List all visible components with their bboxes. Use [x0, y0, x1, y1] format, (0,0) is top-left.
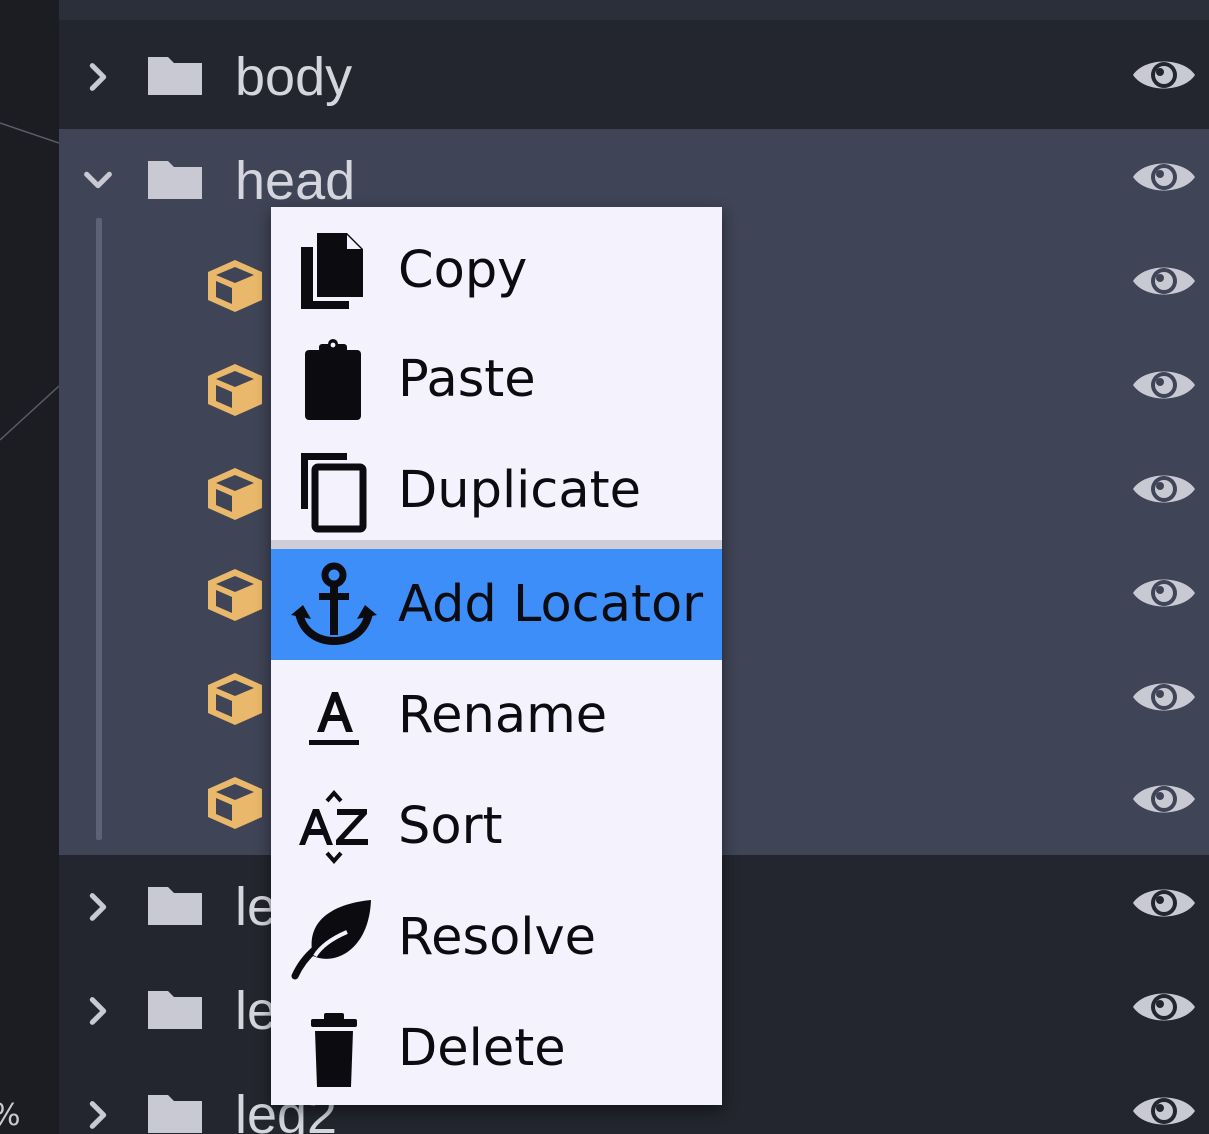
menu-item-paste[interactable]: Paste [271, 324, 722, 435]
eye-icon[interactable] [1131, 777, 1197, 821]
chevron-right-icon[interactable] [81, 994, 115, 1028]
eye-icon[interactable] [1131, 155, 1197, 199]
viewport-strip[interactable]: % [0, 0, 59, 1134]
sort-az-icon [299, 789, 368, 865]
cube-icon [208, 260, 262, 312]
eye-icon[interactable] [1131, 675, 1197, 719]
menu-item-label: Paste [398, 350, 536, 409]
menu-item-label: Delete [398, 1019, 566, 1078]
eye-icon[interactable] [1131, 881, 1197, 925]
outliner-row-partial [59, 0, 1209, 20]
cube-icon [208, 569, 262, 621]
eye-icon[interactable] [1131, 1089, 1197, 1133]
context-menu: Copy Paste Duplicate Add Locator Rename … [271, 207, 722, 1105]
row-label: body [235, 47, 353, 107]
row-label: head [235, 151, 356, 211]
eye-icon[interactable] [1131, 363, 1197, 407]
folder-icon [148, 1095, 202, 1133]
folder-icon [148, 887, 202, 925]
viewport-wire-lines [0, 122, 59, 441]
menu-item-resolve[interactable]: Resolve [271, 882, 722, 993]
chevron-right-icon[interactable] [81, 60, 115, 94]
leaf-icon [291, 900, 371, 980]
chevron-right-icon[interactable] [81, 890, 115, 924]
rename-icon [309, 692, 359, 745]
eye-icon[interactable] [1131, 467, 1197, 511]
folder-icon [148, 991, 202, 1029]
folder-icon [148, 57, 202, 95]
menu-item-duplicate[interactable]: Duplicate [271, 435, 722, 546]
eye-icon[interactable] [1131, 571, 1197, 615]
eye-icon[interactable] [1131, 259, 1197, 303]
eye-icon[interactable] [1131, 985, 1197, 1029]
menu-item-label: Sort [398, 797, 503, 856]
cube-icon [208, 673, 262, 725]
menu-item-label: Copy [398, 241, 528, 300]
trash-icon [311, 1013, 357, 1087]
menu-item-label: Resolve [398, 908, 597, 967]
cube-icon [208, 364, 262, 416]
eye-icon[interactable] [1131, 53, 1197, 97]
menu-item-label: Rename [398, 686, 608, 745]
menu-item-copy[interactable]: Copy [271, 215, 722, 326]
menu-item-label: Duplicate [398, 461, 641, 520]
menu-item-add-locator[interactable]: Add Locator [271, 549, 722, 660]
cube-icon [208, 777, 262, 829]
chevron-right-icon[interactable] [81, 1098, 115, 1132]
copy-icon [301, 233, 363, 309]
menu-item-sort[interactable]: Sort [271, 771, 722, 882]
anchor-icon [291, 562, 377, 646]
folder-icon [148, 161, 202, 199]
chevron-down-icon[interactable] [81, 163, 115, 197]
duplicate-icon [301, 453, 367, 533]
zoom-readout: % [0, 1098, 21, 1133]
menu-item-label: Add Locator [398, 575, 704, 634]
paste-icon [305, 339, 361, 420]
menu-item-delete[interactable]: Delete [271, 993, 722, 1104]
outliner-row-body[interactable]: body [59, 25, 1209, 129]
menu-item-rename[interactable]: Rename [271, 660, 722, 771]
cube-icon [208, 468, 262, 520]
menu-separator [271, 540, 722, 549]
